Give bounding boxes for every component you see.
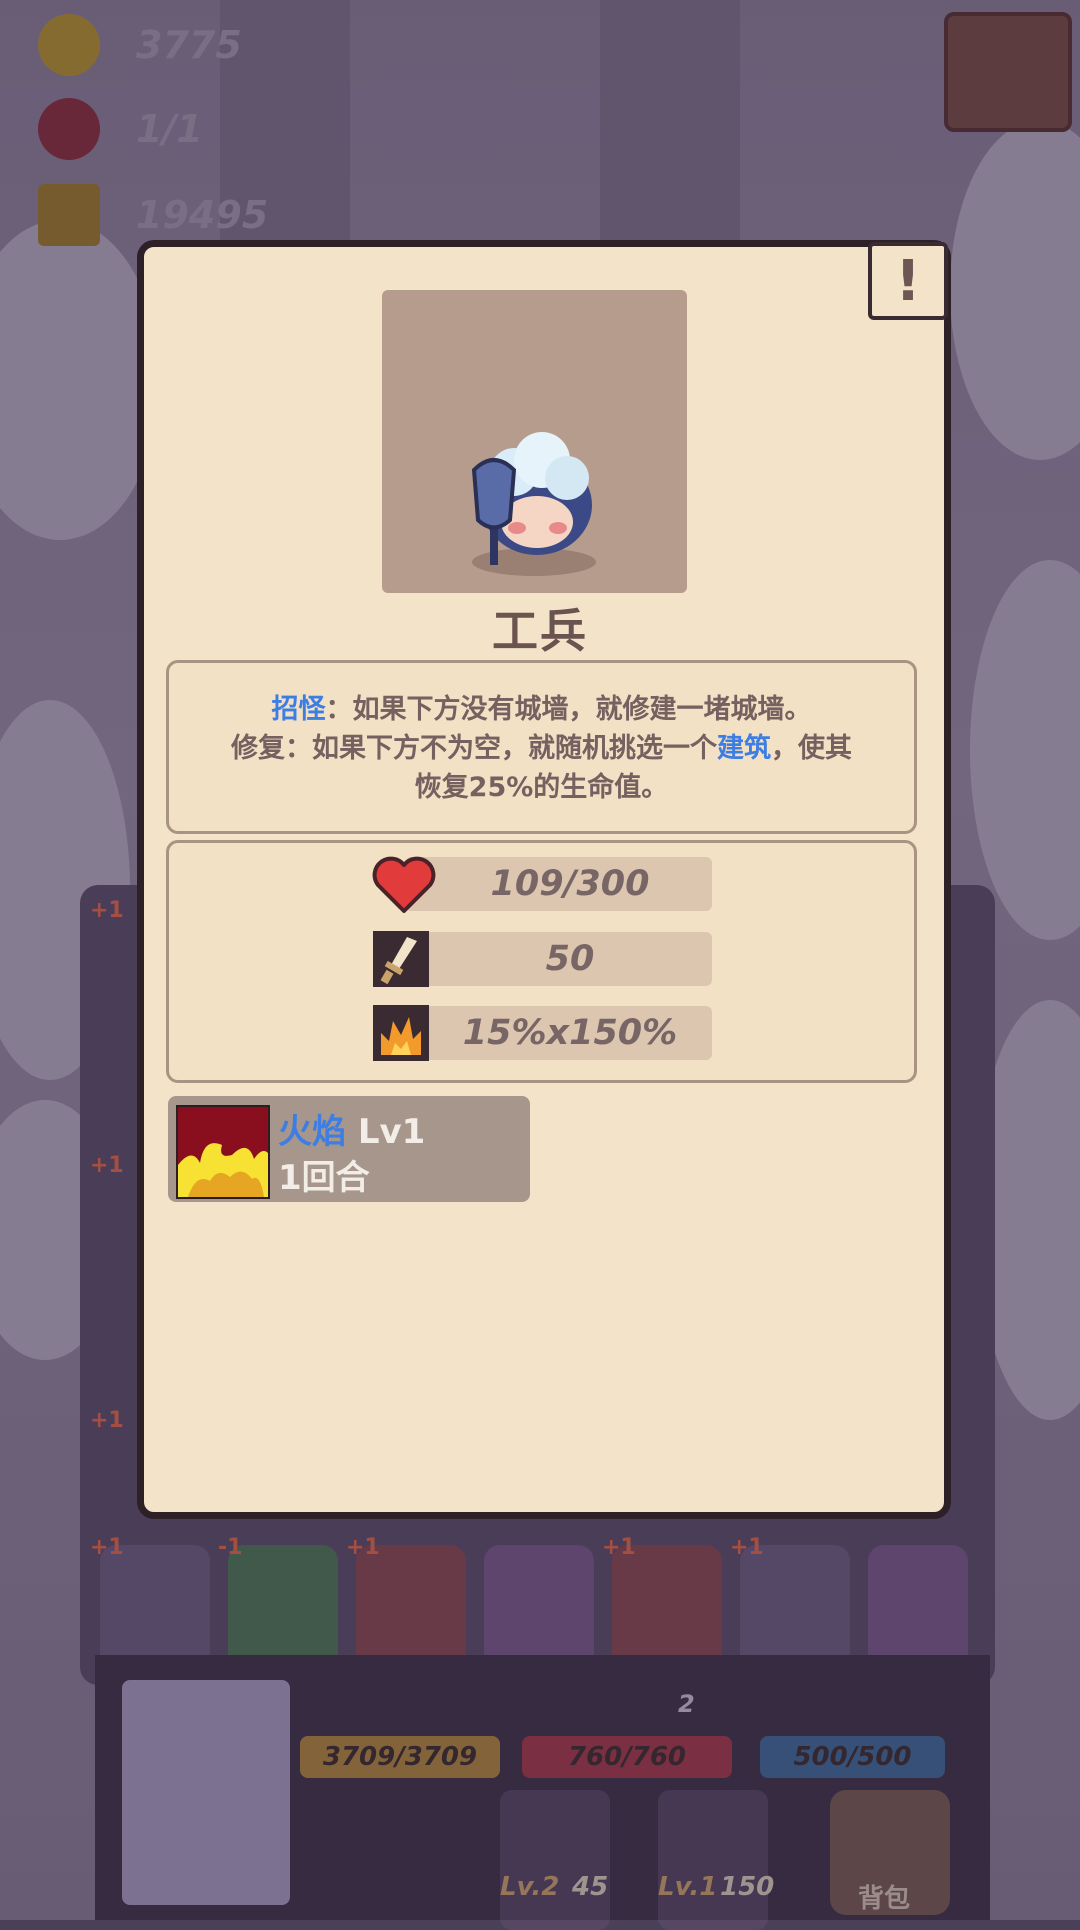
- engineer-unit-sprite: [471, 432, 596, 576]
- buff-title: 火焰 Lv1: [278, 1104, 425, 1153]
- buff-name: 火焰: [278, 1112, 346, 1152]
- ability-text-repair-suffix: ，使其: [771, 733, 852, 764]
- ability-text-summon: ：如果下方没有城墙，就修建一堵城墙。: [325, 694, 812, 725]
- crit-value: 15%x150%: [462, 1013, 678, 1053]
- attack-value: 50: [545, 939, 595, 979]
- fire-buff-icon: [176, 1105, 270, 1199]
- unit-portrait: [382, 290, 687, 593]
- buff-duration: 1回合: [278, 1158, 370, 1198]
- health-value: 109/300: [490, 864, 650, 904]
- exclamation-icon: !: [895, 248, 921, 314]
- unit-name: 工兵: [492, 604, 588, 658]
- ability-keyword-summon[interactable]: 招怪: [272, 694, 326, 725]
- ability-line-2: 修复：如果下方不为空，就随机挑选一个建筑，使其: [169, 726, 914, 765]
- ability-text-repair: 修复：如果下方不为空，就随机挑选一个: [231, 733, 717, 764]
- ability-keyword-building[interactable]: 建筑: [717, 733, 771, 764]
- ability-line-3: 恢复25%的生命值。: [414, 772, 669, 803]
- help-button[interactable]: !: [868, 242, 948, 320]
- ability-description-box: 招怪：如果下方没有城墙，就修建一堵城墙。 修复：如果下方不为空，就随机挑选一个建…: [166, 660, 917, 834]
- ability-line-1: 招怪：如果下方没有城墙，就修建一堵城墙。: [169, 687, 914, 726]
- buff-level: Lv1: [357, 1112, 426, 1152]
